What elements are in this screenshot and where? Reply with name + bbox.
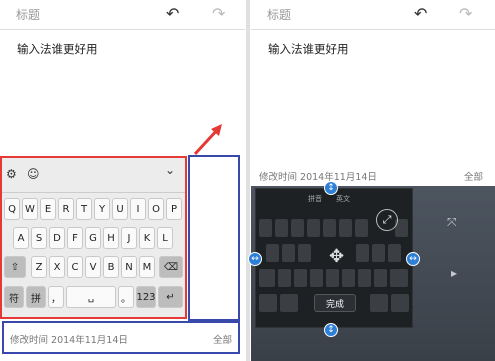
resize-keyboard-icon[interactable]: ⤢: [376, 209, 398, 231]
right-key[interactable]: [390, 269, 408, 287]
right-key[interactable]: [356, 244, 369, 262]
resize-handle-right[interactable]: ↔: [406, 252, 420, 266]
left-redo-icon[interactable]: ↷: [212, 4, 225, 23]
left-folder-all[interactable]: 全部: [213, 332, 232, 346]
done-button[interactable]: 完成: [314, 294, 356, 312]
resize-handle-top[interactable]: ↕: [324, 181, 338, 195]
right-key[interactable]: [259, 294, 277, 312]
panel-divider: [246, 0, 250, 361]
right-toolbar-english[interactable]: 英文: [336, 194, 350, 204]
right-modified-time: 修改时间 2014年11月14日: [259, 172, 377, 183]
right-title-placeholder[interactable]: 标题: [267, 6, 291, 23]
right-key[interactable]: [342, 269, 355, 287]
right-undo-icon[interactable]: ↶: [414, 4, 427, 23]
right-key[interactable]: [294, 269, 307, 287]
right-key[interactable]: [310, 269, 323, 287]
right-note-body[interactable]: 输入法谁更好用: [268, 41, 349, 57]
right-key[interactable]: [323, 219, 336, 237]
resize-handle-left[interactable]: ↔: [248, 252, 262, 266]
side-move-icon[interactable]: ⤧: [447, 215, 457, 230]
screenshot-root: 标题 ↶ ↷ 输入法谁更好用 ⚙ ☺ ⌄ Q W E R T Y U I O P…: [0, 0, 495, 361]
right-folder-all[interactable]: 全部: [464, 169, 483, 183]
right-key[interactable]: [266, 244, 279, 262]
right-key[interactable]: [259, 269, 275, 287]
right-title-bar: 标题 ↶ ↷: [251, 0, 495, 30]
right-key[interactable]: [326, 269, 339, 287]
right-key[interactable]: [298, 244, 311, 262]
left-title-bar: 标题 ↶ ↷: [0, 0, 245, 30]
right-key[interactable]: [358, 269, 371, 287]
empty-space-blue-highlight: [188, 155, 240, 321]
keyboard-red-highlight: [0, 156, 187, 319]
right-key[interactable]: [280, 294, 298, 312]
left-note-panel: 标题 ↶ ↷ 输入法谁更好用 ⚙ ☺ ⌄ Q W E R T Y U I O P…: [0, 0, 245, 361]
left-note-body[interactable]: 输入法谁更好用: [17, 41, 98, 57]
right-key[interactable]: [291, 219, 304, 237]
resize-handle-bottom[interactable]: ↕: [324, 323, 338, 337]
left-modified-time: 修改时间 2014年11月14日: [10, 335, 128, 346]
right-toolbar-pinyin[interactable]: 拼音: [308, 194, 322, 204]
right-footer: 修改时间 2014年11月14日 全部: [251, 167, 491, 185]
right-key[interactable]: [370, 294, 388, 312]
right-key[interactable]: [307, 219, 320, 237]
left-undo-icon[interactable]: ↶: [166, 4, 179, 23]
right-key[interactable]: [372, 244, 385, 262]
right-key[interactable]: [388, 244, 401, 262]
right-key[interactable]: [275, 219, 288, 237]
side-next-arrow-icon[interactable]: ▸: [451, 266, 457, 280]
right-key[interactable]: [374, 269, 387, 287]
right-key[interactable]: [259, 219, 272, 237]
right-redo-icon[interactable]: ↷: [459, 4, 472, 23]
right-key[interactable]: [339, 219, 352, 237]
right-note-panel: 标题 ↶ ↷ 输入法谁更好用 修改时间 2014年11月14日 全部 拼音 英文: [248, 0, 495, 361]
red-arrow-icon: [193, 124, 222, 156]
right-key[interactable]: [355, 219, 368, 237]
left-footer: 修改时间 2014年11月14日 全部: [2, 330, 240, 348]
move-keyboard-icon[interactable]: ✥: [329, 246, 344, 267]
right-key[interactable]: [278, 269, 291, 287]
right-floating-keyboard[interactable]: 拼音 英文 ✥ ⤢ 完成: [255, 188, 413, 328]
right-key[interactable]: [282, 244, 295, 262]
left-title-placeholder[interactable]: 标题: [16, 6, 40, 23]
right-key[interactable]: [391, 294, 409, 312]
